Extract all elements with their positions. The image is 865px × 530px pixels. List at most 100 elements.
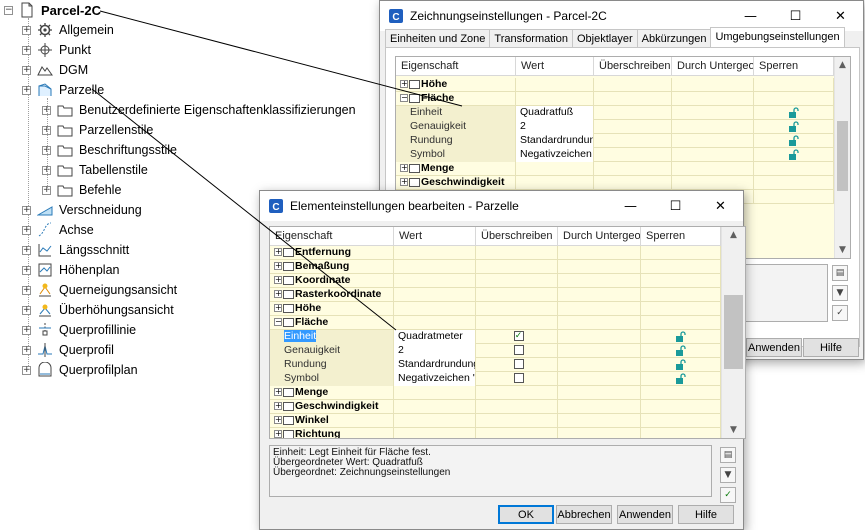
category-row[interactable]: + Koordinate [270, 274, 721, 288]
tree-item-punkt[interactable]: + Punkt [22, 40, 91, 60]
value-cell[interactable]: Negativzeichen '-' [394, 372, 476, 386]
category-row[interactable]: + Bemaßung [270, 260, 721, 274]
expand-icon[interactable]: + [400, 80, 408, 89]
expand-icon[interactable]: + [22, 65, 31, 75]
expand-all-icon[interactable]: ▤ [720, 447, 736, 463]
lock-icon[interactable] [675, 331, 686, 342]
property-row[interactable]: Symbol Negativzeichen '-' [270, 372, 721, 386]
drawing-help-button[interactable]: Hilfe [803, 338, 859, 357]
value-cell[interactable]: Standardrundung [516, 134, 594, 148]
category-row[interactable]: − Fläche [396, 92, 834, 106]
vertical-scrollbar[interactable]: ▲ ▼ [721, 227, 745, 438]
category-row[interactable]: + Richtung [270, 428, 721, 438]
check-icon[interactable]: ✓ [832, 305, 848, 321]
collapse-icon[interactable]: − [400, 94, 408, 103]
tree-item-querprofilplan[interactable]: + Querprofilplan [22, 360, 138, 380]
expand-icon[interactable]: + [274, 276, 282, 285]
expand-icon[interactable]: + [22, 245, 31, 255]
tree-item-querprofil[interactable]: + Querprofil [22, 340, 114, 360]
tree-item-laengsschnitt[interactable]: + Längsschnitt [22, 240, 129, 260]
expand-icon[interactable]: + [274, 304, 282, 313]
lock-icon[interactable] [788, 135, 799, 146]
check-icon[interactable]: ✓ [720, 487, 736, 503]
vertical-scrollbar[interactable]: ▲ ▼ [834, 57, 850, 258]
expand-icon[interactable]: + [274, 262, 282, 271]
override-checkbox[interactable] [513, 345, 524, 356]
expand-icon[interactable]: + [22, 345, 31, 355]
column-header[interactable]: Durch Untergeor... [672, 57, 754, 76]
category-row[interactable]: + Entfernung [270, 246, 721, 260]
expand-icon[interactable]: + [274, 290, 282, 299]
drawing-apply-button[interactable]: Anwenden [746, 338, 802, 357]
scroll-down-icon[interactable]: ▼ [835, 242, 850, 258]
lock-icon[interactable] [788, 107, 799, 118]
maximize-button[interactable]: ☐ [653, 191, 698, 221]
value-cell[interactable]: 2 [516, 120, 594, 134]
category-row[interactable]: + Rasterkoordinate [270, 288, 721, 302]
tree-item-querneigungsansicht[interactable]: + Querneigungsansicht [22, 280, 177, 300]
tree-item-benutzerdefinierte[interactable]: + Benutzerdefinierte Eigenschaftenklassif… [42, 100, 356, 120]
property-row[interactable]: Rundung Standardrundung [396, 134, 834, 148]
expand-icon[interactable]: + [22, 305, 31, 315]
column-header[interactable]: Sperren [641, 227, 721, 246]
tree-item-verschneidung[interactable]: + Verschneidung [22, 200, 142, 220]
tab-einheiten-und-zone[interactable]: Einheiten und Zone [385, 29, 491, 47]
expand-all-icon[interactable]: ▤ [832, 265, 848, 281]
tab-transformation[interactable]: Transformation [489, 29, 573, 47]
category-row[interactable]: + Winkel [270, 414, 721, 428]
expand-icon[interactable]: + [22, 365, 31, 375]
expand-icon[interactable]: + [22, 285, 31, 295]
tree-item-parzellenstile[interactable]: + Parzellenstile [42, 120, 153, 140]
tree-item-ueberhoehungsansicht[interactable]: + Überhöhungsansicht [22, 300, 174, 320]
value-cell[interactable]: 2 [394, 344, 476, 358]
close-button[interactable]: ✕ [698, 191, 743, 221]
category-row[interactable]: + Höhe [396, 78, 834, 92]
minimize-button[interactable]: — [608, 191, 653, 221]
column-header[interactable]: Überschreiben [476, 227, 558, 246]
column-header[interactable]: Eigenschaft [396, 57, 516, 76]
value-cell[interactable]: Standardrundung [394, 358, 476, 372]
collapse-icon[interactable]: − [274, 318, 282, 327]
expand-icon[interactable]: + [400, 164, 408, 173]
category-row[interactable]: + Menge [396, 162, 834, 176]
expand-icon[interactable]: + [22, 265, 31, 275]
value-cell[interactable]: Quadratmeter [394, 330, 476, 344]
lock-icon[interactable] [788, 121, 799, 132]
tree-item-allgemein[interactable]: + Allgemein [22, 20, 114, 40]
category-row[interactable]: + Geschwindigkeit [270, 400, 721, 414]
override-checkbox[interactable] [513, 373, 524, 384]
property-row[interactable]: Einheit Quadratfuß [396, 106, 834, 120]
cancel-button[interactable]: Abbrechen [556, 505, 612, 524]
tree-item-befehle[interactable]: + Befehle [42, 180, 121, 200]
tab-abkürzungen[interactable]: Abkürzungen [636, 29, 712, 47]
scroll-up-icon[interactable]: ▲ [722, 227, 745, 243]
lock-icon[interactable] [675, 373, 686, 384]
column-header[interactable]: Überschreiben [594, 57, 672, 76]
scroll-thumb[interactable] [837, 121, 848, 191]
tree-item-beschriftungsstile[interactable]: + Beschriftungsstile [42, 140, 177, 160]
expand-icon[interactable]: + [22, 85, 31, 95]
value-cell[interactable]: Quadratfuß [516, 106, 594, 120]
expand-icon[interactable]: + [22, 225, 31, 235]
category-row[interactable]: + Geschwindigkeit [396, 176, 834, 190]
scroll-thumb[interactable] [724, 295, 743, 369]
tree-item-hoehenplan[interactable]: + Höhenplan [22, 260, 119, 280]
expand-icon[interactable]: + [274, 388, 282, 397]
expand-icon[interactable]: + [22, 205, 31, 215]
category-row[interactable]: + Höhe [270, 302, 721, 316]
expand-icon[interactable]: + [22, 45, 31, 55]
filter-icon[interactable]: ▼ [832, 285, 848, 301]
element-settings-titlebar[interactable]: C Elementeinstellungen bearbeiten - Parz… [260, 191, 743, 221]
expand-icon[interactable]: + [274, 430, 282, 438]
column-header[interactable]: Eigenschaft [270, 227, 394, 246]
expand-icon[interactable]: + [274, 248, 282, 257]
column-header[interactable]: Sperren [754, 57, 834, 76]
tab-umgebungseinstellungen[interactable]: Umgebungseinstellungen [710, 27, 845, 47]
expand-icon[interactable]: + [22, 325, 31, 335]
expand-icon[interactable]: + [400, 178, 408, 187]
scroll-up-icon[interactable]: ▲ [835, 57, 850, 73]
help-button[interactable]: Hilfe [678, 505, 734, 524]
tree-item-querprofillinie[interactable]: + Querprofillinie [22, 320, 136, 340]
column-header[interactable]: Wert [394, 227, 476, 246]
property-row[interactable]: Rundung Standardrundung [270, 358, 721, 372]
